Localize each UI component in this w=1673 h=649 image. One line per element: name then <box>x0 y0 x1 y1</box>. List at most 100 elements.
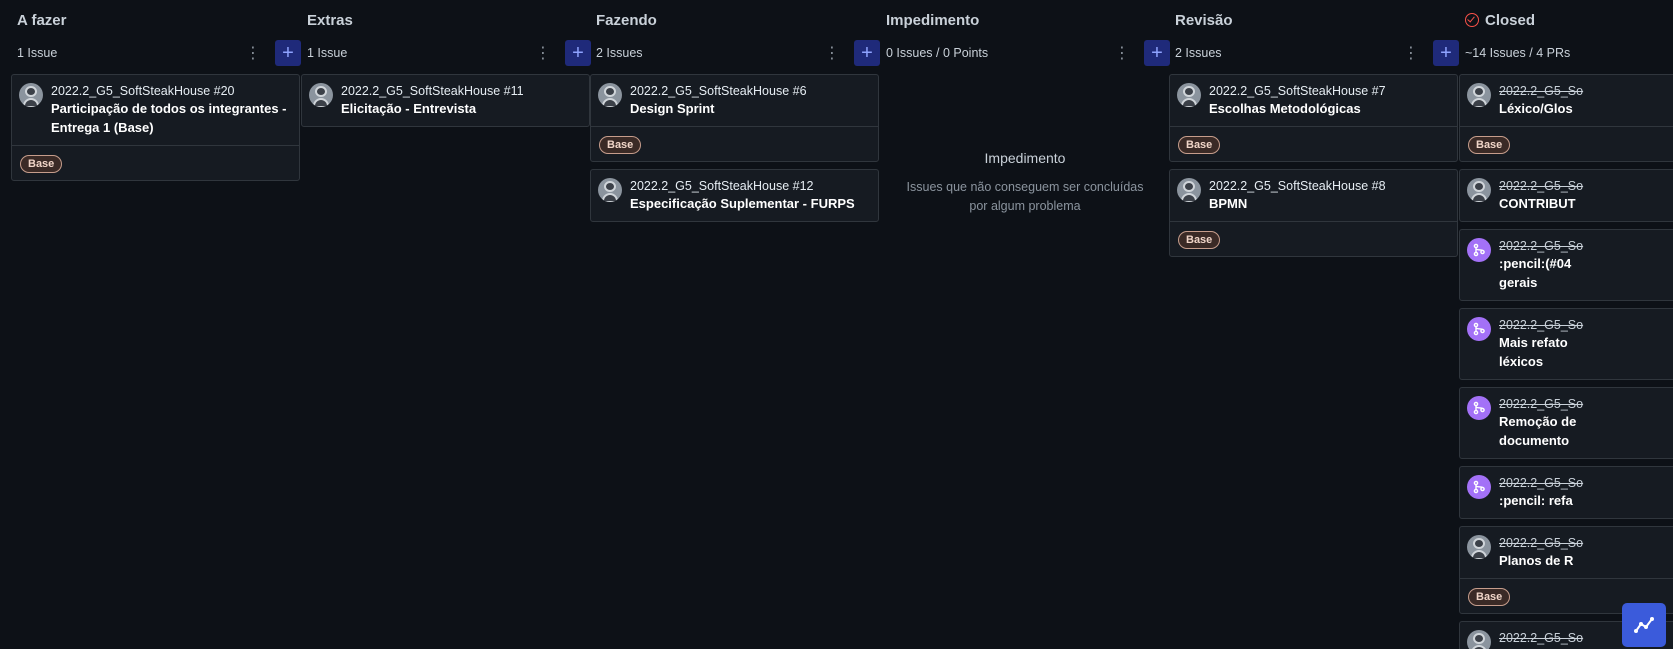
issue-ref[interactable]: 2022.2_G5_SoftSteakHouse #20 <box>51 83 291 99</box>
issue-card[interactable]: 2022.2_G5_So Planos de R Base <box>1459 526 1673 614</box>
issue-title[interactable]: Design Sprint <box>630 99 870 118</box>
pull-request-icon <box>1467 317 1491 341</box>
plus-icon: + <box>861 42 873 64</box>
pull-request-icon <box>1467 475 1491 499</box>
kebab-menu-icon[interactable]: ⋮ <box>1401 42 1421 64</box>
issue-ref[interactable]: 2022.2_G5_SoftSteakHouse #11 <box>341 83 581 99</box>
add-card-button[interactable]: + <box>275 40 301 66</box>
pr-title[interactable]: Mais refato <box>1499 333 1673 352</box>
issue-card[interactable]: 2022.2_G5_SoftSteakHouse #11 Elicitação … <box>301 74 590 127</box>
pr-ref[interactable]: 2022.2_G5_So <box>1499 238 1673 254</box>
issue-title[interactable]: Léxico/Glos <box>1499 99 1673 118</box>
column-title: Impedimento <box>880 0 1170 40</box>
column-a-fazer: A fazer 1 Issue ⋮ + 2022.2_G5_SoftSteakH… <box>11 0 301 649</box>
card-list: 2022.2_G5_SoftSteakHouse #7 Escolhas Met… <box>1169 74 1459 264</box>
issue-title[interactable]: Especificação Suplementar - FURPS <box>630 194 870 213</box>
issue-card[interactable]: 2022.2_G5_SoftSteakHouse #20 Participaçã… <box>11 74 300 181</box>
pull-request-icon <box>1467 238 1491 262</box>
column-name: Impedimento <box>886 11 980 29</box>
pr-ref[interactable]: 2022.2_G5_So <box>1499 317 1673 333</box>
issue-card[interactable]: 2022.2_G5_So Léxico/Glos Base <box>1459 74 1673 162</box>
column-name: Extras <box>307 11 353 29</box>
avatar <box>1467 630 1491 649</box>
label-badge[interactable]: Base <box>1178 231 1221 249</box>
card-list: 2022.2_G5_SoftSteakHouse #11 Elicitação … <box>301 74 591 134</box>
pr-title-continued[interactable]: léxicos <box>1499 352 1673 371</box>
plus-icon: + <box>572 42 584 64</box>
kebab-menu-icon[interactable]: ⋮ <box>533 42 553 64</box>
column-toolbar: 0 Issues / 0 Points ⋮ + <box>880 40 1170 66</box>
column-name: Closed <box>1485 11 1536 29</box>
column-title: Closed <box>1459 0 1673 40</box>
column-toolbar: 1 Issue ⋮ + <box>301 40 591 66</box>
column-name: Revisão <box>1175 11 1233 29</box>
label-badge[interactable]: Base <box>1178 136 1221 154</box>
add-card-button[interactable]: + <box>1433 40 1459 66</box>
project-board: A fazer 1 Issue ⋮ + 2022.2_G5_SoftSteakH… <box>0 0 1673 649</box>
issue-ref[interactable]: 2022.2_G5_SoftSteakHouse #7 <box>1209 83 1449 99</box>
pr-card[interactable]: 2022.2_G5_So :pencil:(#04 gerais <box>1459 229 1673 301</box>
pr-ref[interactable]: 2022.2_G5_So <box>1499 396 1673 412</box>
add-card-button[interactable]: + <box>1144 40 1170 66</box>
kebab-menu-icon[interactable]: ⋮ <box>822 42 842 64</box>
plus-icon: + <box>1151 42 1163 64</box>
issue-title[interactable]: CONTRIBUT <box>1499 194 1673 213</box>
kebab-menu-icon[interactable]: ⋮ <box>243 42 263 64</box>
issue-count: ~14 Issues / 4 PRs <box>1465 46 1571 60</box>
label-badge[interactable]: Base <box>1468 588 1511 606</box>
issue-title[interactable]: BPMN <box>1209 194 1449 213</box>
issue-card[interactable]: 2022.2_G5_SoftSteakHouse #6 Design Sprin… <box>590 74 879 162</box>
plus-icon: + <box>282 42 294 64</box>
issue-card[interactable]: 2022.2_G5_SoftSteakHouse #12 Especificaç… <box>590 169 879 222</box>
add-card-button[interactable]: + <box>565 40 591 66</box>
column-toolbar: 2 Issues ⋮ + <box>1169 40 1459 66</box>
issue-title[interactable]: Planos de R <box>1499 551 1673 570</box>
pr-title-continued[interactable]: gerais <box>1499 273 1673 292</box>
issue-card[interactable]: 2022.2_G5_SoftSteakHouse #7 Escolhas Met… <box>1169 74 1458 162</box>
column-revisao: Revisão 2 Issues ⋮ + 2022.2_G5_SoftSteak… <box>1169 0 1459 649</box>
pr-ref[interactable]: 2022.2_G5_So <box>1499 475 1673 491</box>
chart-icon <box>1634 617 1654 633</box>
pr-card[interactable]: 2022.2_G5_So Remoção de documento <box>1459 387 1673 459</box>
pr-title-continued[interactable]: documento <box>1499 431 1673 450</box>
column-toolbar: 2 Issues ⋮ + <box>590 40 880 66</box>
add-card-button[interactable]: + <box>854 40 880 66</box>
avatar <box>19 83 43 107</box>
issue-count: 2 Issues <box>1175 46 1222 60</box>
issue-ref[interactable]: 2022.2_G5_So <box>1499 178 1673 194</box>
issue-card[interactable]: 2022.2_G5_So CONTRIBUT <box>1459 169 1673 222</box>
avatar <box>598 83 622 107</box>
pr-card[interactable]: 2022.2_G5_So :pencil: refa <box>1459 466 1673 519</box>
column-toolbar: 1 Issue ⋮ + <box>11 40 301 66</box>
issue-title[interactable]: Escolhas Metodológicas <box>1209 99 1449 118</box>
pr-card[interactable]: 2022.2_G5_So Mais refato léxicos <box>1459 308 1673 380</box>
label-badge[interactable]: Base <box>1468 136 1511 154</box>
card-list: 2022.2_G5_So Léxico/Glos Base 2022.2_G5_… <box>1459 74 1673 649</box>
label-badge[interactable]: Base <box>20 155 63 173</box>
issue-title[interactable]: Participação de todos os integrantes - E… <box>51 99 291 137</box>
pr-title[interactable]: :pencil:(#04 <box>1499 254 1673 273</box>
empty-state-title: Impedimento <box>984 150 1066 166</box>
column-title: A fazer <box>11 0 301 40</box>
kebab-menu-icon[interactable]: ⋮ <box>1112 42 1132 64</box>
column-title: Fazendo <box>590 0 880 40</box>
column-toolbar: ~14 Issues / 4 PRs <box>1459 40 1673 66</box>
avatar <box>1177 83 1201 107</box>
issue-card[interactable]: 2022.2_G5_SoftSteakHouse #8 BPMN Base <box>1169 169 1458 257</box>
label-badge[interactable]: Base <box>599 136 642 154</box>
issue-ref[interactable]: 2022.2_G5_SoftSteakHouse #6 <box>630 83 870 99</box>
issue-ref[interactable]: 2022.2_G5_SoftSteakHouse #12 <box>630 178 870 194</box>
empty-state-description: Issues que não conseguem ser concluídas … <box>906 180 1144 213</box>
issue-ref[interactable]: 2022.2_G5_SoftSteakHouse #8 <box>1209 178 1449 194</box>
pr-title[interactable]: Remoção de <box>1499 412 1673 431</box>
issue-ref[interactable]: 2022.2_G5_So <box>1499 83 1673 99</box>
avatar <box>1467 83 1491 107</box>
avatar <box>1177 178 1201 202</box>
pr-title[interactable]: :pencil: refa <box>1499 491 1673 510</box>
issue-title[interactable]: Elicitação - Entrevista <box>341 99 581 118</box>
plus-icon: + <box>1440 42 1452 64</box>
issue-ref[interactable]: 2022.2_G5_So <box>1499 535 1673 551</box>
check-circle-icon <box>1465 13 1479 27</box>
chart-button[interactable] <box>1622 603 1666 647</box>
column-impedimento: Impedimento 0 Issues / 0 Points ⋮ + Impe… <box>880 0 1170 649</box>
